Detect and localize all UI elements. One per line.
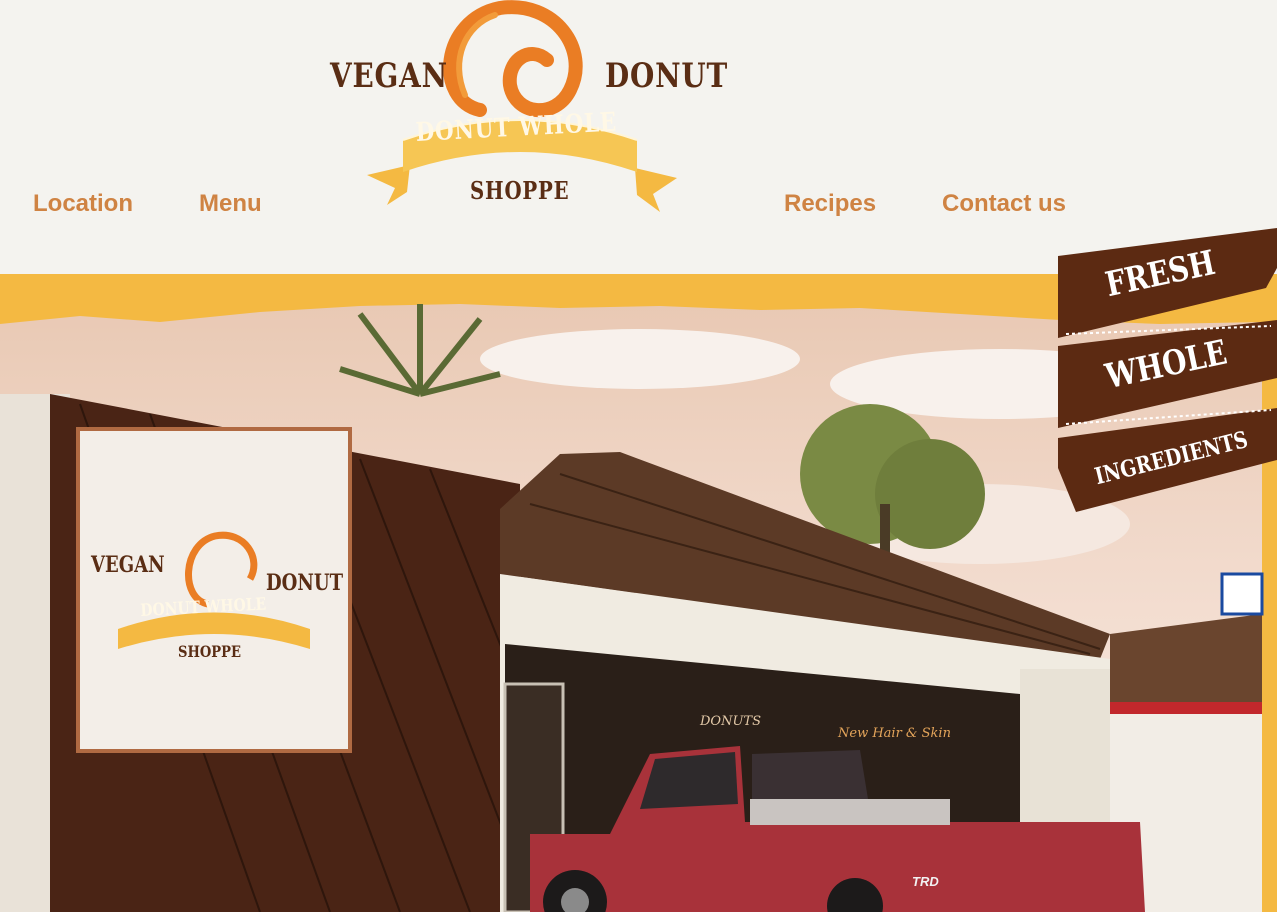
nav-contact-us[interactable]: Contact us: [942, 190, 1066, 218]
logo-shoppe-text: SHOPPE: [470, 176, 570, 205]
logo-vegan-text: VEGAN: [330, 56, 448, 96]
truck-badge-text: TRD: [912, 874, 939, 889]
fresh-whole-ingredients-badge: FRESH WHOLE INGREDIENTS: [1056, 228, 1277, 518]
nav-menu[interactable]: Menu: [199, 190, 262, 218]
sign-donut-text: DONUT: [266, 570, 344, 596]
sign-vegan-text: VEGAN: [91, 552, 165, 578]
nav-location[interactable]: Location: [33, 190, 133, 218]
site-logo[interactable]: VEGAN DONUT DONUT WHOLE SHOPPE: [325, 0, 729, 220]
logo-donut-text: DONUT: [605, 56, 729, 96]
window-donuts-text: DONUTS: [700, 714, 761, 729]
window-salon-text: New Hair & Skin: [838, 726, 951, 741]
nav-recipes[interactable]: Recipes: [784, 190, 876, 218]
sign-shoppe-text: SHOPPE: [178, 642, 242, 661]
